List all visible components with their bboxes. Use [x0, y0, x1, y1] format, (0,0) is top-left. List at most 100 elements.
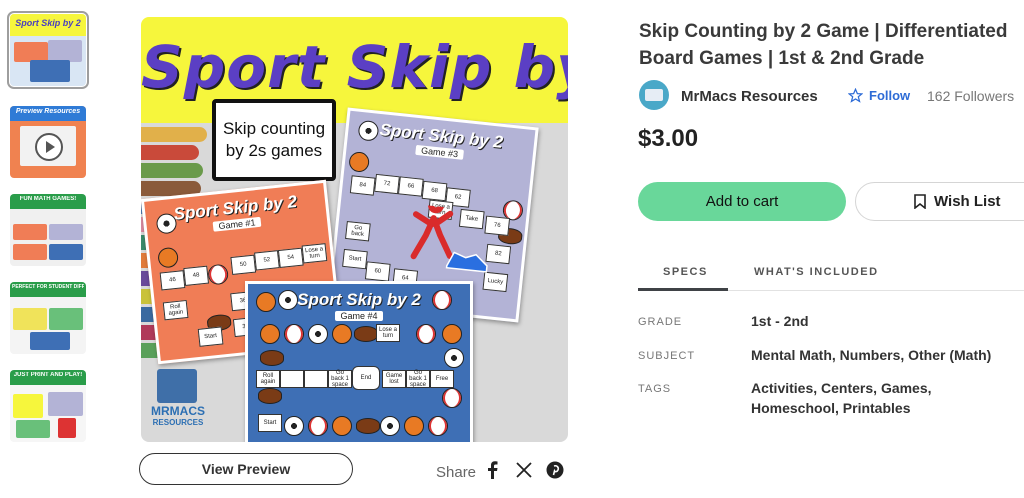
- thumbnail-title: PERFECT FOR STUDENT DIFFERENTIATION: [12, 284, 84, 290]
- hero-label-box: Skip counting by 2s games: [212, 99, 336, 181]
- followers-count: 162 Followers: [927, 88, 1015, 104]
- football-icon: [260, 350, 284, 366]
- pencil: [141, 163, 203, 178]
- thumbnail-title: Preview Resources: [15, 108, 81, 115]
- baseball-icon: [442, 388, 462, 408]
- board-cell: Roll again: [256, 370, 280, 388]
- baseball-icon: [428, 416, 448, 436]
- board-cell: 54: [277, 247, 304, 269]
- thumbnail-5[interactable]: JUST PRINT AND PLAY!: [10, 370, 86, 442]
- tab-whats-included[interactable]: WHAT'S INCLUDED: [754, 266, 879, 278]
- hero-label-line1: Skip counting: [222, 119, 326, 138]
- football-icon: [258, 388, 282, 404]
- baseball-icon: [432, 290, 452, 310]
- thumbnail-2[interactable]: Preview Resources: [10, 106, 86, 178]
- board-cell: Take: [458, 208, 485, 230]
- view-preview-button[interactable]: View Preview: [139, 453, 353, 485]
- board-cell: 68: [421, 180, 448, 202]
- star-icon: [848, 88, 863, 103]
- logo-text: MRMACS RESOURCES: [151, 404, 205, 427]
- basketball-icon: [332, 324, 352, 344]
- basketball-icon: [332, 416, 352, 436]
- thumbnail-title: JUST PRINT AND PLAY!: [13, 372, 83, 378]
- thumbnail-board: [48, 40, 82, 62]
- facebook-icon[interactable]: [483, 461, 501, 479]
- follow-button[interactable]: Follow: [848, 88, 910, 103]
- board-cell: Game lost: [382, 370, 406, 388]
- soccer-ball-icon: [284, 416, 304, 436]
- basketball-icon: [260, 324, 280, 344]
- thumbnail-board: [14, 42, 48, 62]
- board-cell: 76: [484, 215, 511, 236]
- board-cell-end: End: [352, 366, 380, 390]
- thumbnail-title: Sport Skip by 2: [15, 18, 81, 28]
- add-to-cart-button[interactable]: Add to cart: [638, 182, 846, 221]
- basketball-icon: [404, 416, 424, 436]
- board-cell: Start: [342, 248, 368, 270]
- tab-active-indicator: [638, 288, 728, 291]
- soccer-ball-icon: [308, 324, 328, 344]
- sneaker-icon: [445, 251, 488, 273]
- basketball-icon: [256, 292, 276, 312]
- thumbnail-3[interactable]: FUN MATH GAMES!: [10, 194, 86, 266]
- board-cell: Go back 1 space: [328, 370, 352, 388]
- football-icon: [354, 326, 378, 342]
- board-cell: 48: [183, 265, 210, 287]
- share-label: Share: [436, 464, 477, 481]
- thumbnail-board: [13, 244, 47, 260]
- pencil: [141, 127, 207, 142]
- baseball-icon: [207, 263, 230, 286]
- board-cell: Go back: [345, 221, 371, 242]
- thumbnail-title: FUN MATH GAMES!: [19, 196, 77, 202]
- board-cell: 52: [254, 250, 280, 271]
- seller-avatar[interactable]: [639, 80, 669, 110]
- spec-value-subject: Mental Math, Numbers, Other (Math): [751, 347, 992, 363]
- tab-specs[interactable]: SPECS: [663, 266, 708, 278]
- board-subtitle: Game #4: [248, 311, 470, 321]
- thumbnail-board: [49, 308, 83, 330]
- board-cell: Start: [197, 326, 224, 347]
- baseball-icon: [308, 416, 328, 436]
- thumbnail-board: [48, 392, 83, 416]
- board-cell: Go back 1 space: [406, 370, 430, 388]
- thumbnail-4[interactable]: PERFECT FOR STUDENT DIFFERENTIATION: [10, 282, 86, 354]
- product-main-image[interactable]: Sport Skip by 2 Skip counting by 2s game…: [141, 17, 568, 442]
- thumbnail-board: [13, 308, 47, 330]
- seller-name-link[interactable]: MrMacs Resources: [681, 88, 818, 105]
- spec-key-subject: SUBJECT: [638, 350, 696, 362]
- spec-key-grade: GRADE: [638, 316, 683, 328]
- thumbnail-board: [16, 420, 50, 438]
- board-game-4: Sport Skip by 2 Game #4 Roll again Go ba…: [245, 281, 473, 442]
- hero-label-line2: by 2s games: [225, 141, 323, 160]
- basketball-icon: [442, 324, 462, 344]
- logo-books: [157, 369, 197, 403]
- basketball-icon: [348, 150, 371, 173]
- football-icon: [356, 418, 380, 434]
- baseball-icon: [416, 324, 436, 344]
- wish-list-button[interactable]: Wish List: [855, 182, 1024, 221]
- thumbnail-1[interactable]: Sport Skip by 2: [7, 11, 89, 89]
- basketball-icon: [157, 246, 180, 269]
- pencil: [141, 145, 199, 160]
- follow-label: Follow: [869, 88, 911, 103]
- thumbnail-board: [30, 60, 70, 82]
- thumbnail-board: [30, 332, 70, 350]
- thumbnail-board: [13, 224, 47, 240]
- x-twitter-icon[interactable]: [515, 461, 533, 479]
- board-cell: 84: [349, 175, 376, 196]
- board-cell: 66: [397, 176, 424, 197]
- board-cell: Roll again: [162, 299, 189, 321]
- play-icon: [35, 133, 63, 161]
- thumbnail-board: [49, 224, 83, 240]
- hero-title: Sport Skip by 2: [141, 33, 568, 101]
- thumbnail-player: [58, 418, 76, 438]
- product-price: $3.00: [638, 125, 699, 152]
- pinterest-icon[interactable]: [546, 461, 564, 479]
- thumbnail-note: [13, 394, 43, 418]
- product-title: Skip Counting by 2 Game | Differentiated…: [639, 21, 1008, 69]
- thumbnail-board: [49, 244, 83, 260]
- board-cell: [280, 370, 304, 388]
- board-cell: Start: [258, 414, 282, 432]
- spec-value-grade: 1st - 2nd: [751, 313, 809, 329]
- baseball-icon: [284, 324, 304, 344]
